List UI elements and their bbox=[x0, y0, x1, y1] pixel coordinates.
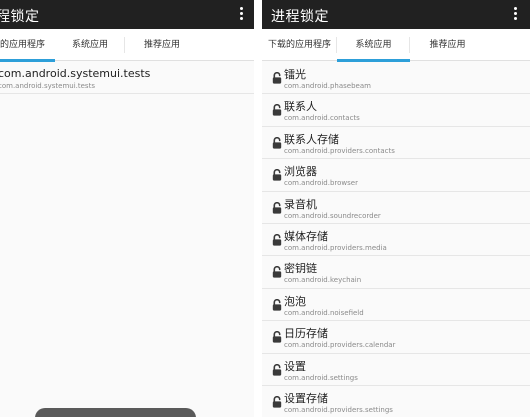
tab-label: 系统应用 bbox=[71, 40, 108, 50]
tab-recommended-apps[interactable]: 推荐应用 bbox=[126, 29, 198, 61]
app-name: 联系人 bbox=[284, 100, 317, 114]
unlocked-padlock-icon[interactable] bbox=[272, 166, 282, 181]
list-item[interactable]: 联系人 com.android.contacts bbox=[262, 94, 530, 127]
unlocked-padlock-icon[interactable] bbox=[272, 328, 282, 343]
app-package: com.android.providers.contacts bbox=[284, 146, 395, 155]
list-item[interactable]: 媒体存储 com.android.providers.media bbox=[262, 224, 530, 257]
unlocked-padlock-icon[interactable] bbox=[272, 134, 282, 149]
tab-label: 推荐应用 bbox=[429, 40, 466, 50]
unlocked-padlock-icon[interactable] bbox=[272, 296, 282, 311]
unlocked-padlock-icon[interactable] bbox=[272, 263, 282, 278]
list-item[interactable]: com.android.systemui.tests com.android.s… bbox=[0, 62, 254, 94]
tab-system-apps[interactable]: 系统应用 bbox=[337, 29, 410, 62]
app-title: 程锁定 bbox=[0, 9, 40, 25]
tab-system-apps[interactable]: 系统应用 bbox=[55, 29, 125, 61]
unlocked-padlock-icon[interactable] bbox=[272, 231, 282, 246]
tab-label: 的应用程序 bbox=[0, 40, 45, 50]
toast-message bbox=[35, 408, 196, 417]
app-package: com.android.providers.media bbox=[284, 244, 387, 252]
app-package: com.android.noisefield bbox=[284, 308, 364, 317]
left-screen: 程锁定 的应用程序 系统应用 推荐应用 com.android.systemui… bbox=[0, 0, 254, 417]
tab-downloaded-apps[interactable]: 的应用程序 bbox=[0, 29, 55, 62]
list-item[interactable]: 联系人存储 com.android.providers.contacts bbox=[262, 127, 530, 160]
app-name: 录音机 bbox=[284, 197, 317, 211]
app-title: 进程锁定 bbox=[271, 9, 329, 25]
list-item[interactable]: 日历存储 com.android.providers.calendar bbox=[262, 321, 530, 354]
tab-label: 下载的应用程序 bbox=[267, 40, 331, 50]
tab-label: 系统应用 bbox=[355, 40, 392, 50]
unlocked-padlock-icon[interactable] bbox=[272, 199, 282, 214]
list-item[interactable]: 泡泡 com.android.noisefield bbox=[262, 289, 530, 322]
app-package: com.android.keychain bbox=[284, 276, 362, 285]
app-package: com.android.soundrecorder bbox=[284, 211, 381, 220]
unlocked-padlock-icon[interactable] bbox=[272, 101, 282, 116]
list-item[interactable]: 设置 com.android.settings bbox=[262, 354, 530, 386]
app-name: 设置存储 bbox=[284, 392, 328, 405]
tab-divider bbox=[124, 37, 125, 53]
app-name: 联系人存储 bbox=[284, 132, 339, 146]
app-package: com.android.phasebeam bbox=[284, 82, 371, 90]
tab-recommended-apps[interactable]: 推荐应用 bbox=[410, 29, 485, 61]
unlocked-padlock-icon[interactable] bbox=[272, 361, 282, 376]
tab-downloaded-apps[interactable]: 下载的应用程序 bbox=[262, 29, 337, 61]
app-package: com.android.providers.calendar bbox=[284, 341, 396, 350]
list-item[interactable]: 密钥链 com.android.keychain bbox=[262, 256, 530, 289]
app-name: 设置 bbox=[284, 359, 306, 373]
unlocked-padlock-icon[interactable] bbox=[272, 393, 282, 408]
app-bar: 程锁定 bbox=[0, 0, 254, 29]
app-name: 浏览器 bbox=[284, 165, 317, 179]
list-item[interactable]: 设置存储 com.android.providers.settings bbox=[262, 386, 530, 417]
tab-bar: 的应用程序 系统应用 推荐应用 bbox=[0, 29, 254, 62]
app-bar: 进程锁定 bbox=[262, 0, 530, 29]
right-screen: 进程锁定 下载的应用程序 系统应用 推荐应用 镭光 com.android.pha… bbox=[262, 0, 530, 417]
overflow-menu-icon[interactable] bbox=[238, 7, 244, 22]
app-name: 镭光 bbox=[284, 68, 306, 81]
app-package: com.android.systemui.tests bbox=[0, 82, 95, 90]
app-name: 媒体存储 bbox=[284, 230, 328, 243]
tab-bar: 下载的应用程序 系统应用 推荐应用 bbox=[262, 29, 530, 62]
app-package: com.android.providers.settings bbox=[284, 406, 393, 414]
app-name: 日历存储 bbox=[284, 327, 328, 341]
list-item[interactable]: 浏览器 com.android.browser bbox=[262, 159, 530, 192]
list-item[interactable]: 镭光 com.android.phasebeam bbox=[262, 62, 530, 95]
app-name: 泡泡 bbox=[284, 294, 306, 308]
app-package: com.android.browser bbox=[284, 179, 358, 188]
unlocked-padlock-icon[interactable] bbox=[272, 69, 282, 84]
overflow-menu-icon[interactable] bbox=[512, 7, 518, 22]
list-item[interactable]: 录音机 com.android.soundrecorder bbox=[262, 192, 530, 224]
app-package: com.android.contacts bbox=[284, 114, 360, 123]
app-name: 密钥链 bbox=[284, 262, 317, 276]
tab-label: 推荐应用 bbox=[143, 40, 180, 50]
app-name: com.android.systemui.tests bbox=[0, 67, 151, 80]
screen-separator bbox=[254, 0, 262, 417]
app-package: com.android.settings bbox=[284, 373, 358, 382]
